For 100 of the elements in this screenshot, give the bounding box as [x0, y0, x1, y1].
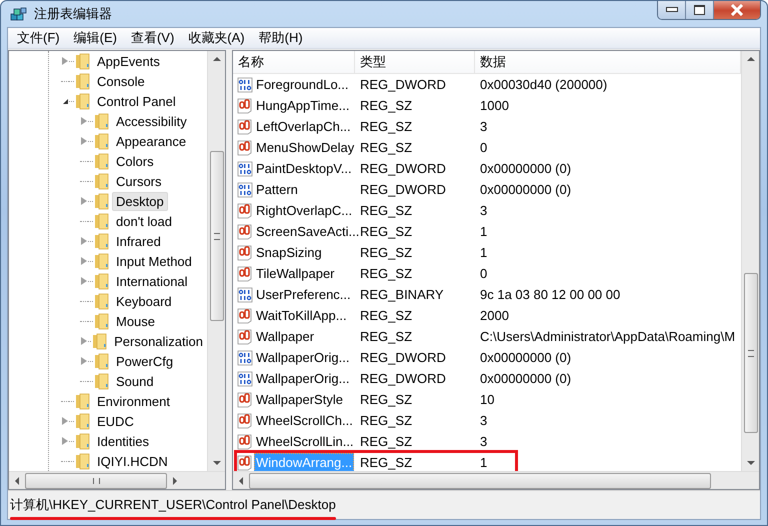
scroll-up-arrow-icon[interactable]	[212, 57, 220, 61]
tree-item[interactable]: Identities	[93, 432, 154, 450]
scroll-left-arrow-icon[interactable]	[239, 476, 243, 484]
scroll-down-arrow-icon[interactable]	[212, 461, 220, 465]
menu-item[interactable]: 编辑(E)	[66, 29, 124, 47]
value-name[interactable]: WheelScrollCh...	[254, 411, 355, 430]
value-name[interactable]: SnapSizing	[254, 243, 324, 262]
value-name[interactable]: WaitToKillApp...	[254, 306, 349, 325]
value-name[interactable]: TileWallpaper	[254, 264, 337, 283]
value-type: REG_DWORD	[359, 182, 447, 197]
collapsed-arrow-icon[interactable]	[81, 197, 87, 205]
value-data: 0	[479, 140, 488, 155]
tree-item[interactable]: AppEvents	[93, 52, 164, 70]
tree-item[interactable]: Colors	[112, 152, 158, 170]
string-value-icon	[237, 266, 253, 282]
collapsed-arrow-icon[interactable]	[62, 437, 68, 445]
value-name[interactable]: ForegroundLo...	[254, 75, 351, 94]
value-data: 3	[479, 434, 488, 449]
collapsed-arrow-icon[interactable]	[81, 117, 87, 125]
folder-icon	[94, 312, 109, 330]
status-path: 计算机\HKEY_CURRENT_USER\Control Panel\Desktop	[10, 496, 336, 514]
tree-item[interactable]: Accessibility	[112, 112, 191, 130]
string-value-icon	[237, 412, 253, 428]
scroll-down-arrow-icon[interactable]	[746, 461, 754, 465]
value-name[interactable]: MenuShowDelay	[254, 138, 356, 157]
scroll-up-arrow-icon[interactable]	[746, 57, 754, 61]
column-header[interactable]: 名称	[233, 51, 355, 73]
value-name[interactable]: WallpaperStyle	[254, 390, 345, 409]
string-value-icon	[237, 118, 253, 134]
tree-item[interactable]: Cursors	[112, 172, 166, 190]
tree-item[interactable]: Keyboard	[112, 292, 176, 310]
scroll-thumb[interactable]	[25, 472, 167, 488]
value-type: REG_DWORD	[359, 77, 447, 92]
folder-icon	[75, 52, 90, 70]
expanded-arrow-icon[interactable]	[63, 98, 68, 104]
close-button[interactable]	[714, 1, 760, 19]
value-name[interactable]: Pattern	[254, 180, 300, 199]
vertical-scrollbar[interactable]	[207, 51, 225, 471]
folder-icon	[75, 72, 90, 90]
menu-item[interactable]: 查看(V)	[124, 29, 182, 47]
tree-item[interactable]: Personalization	[110, 332, 207, 350]
scroll-right-arrow-icon[interactable]	[173, 476, 177, 484]
tree-item[interactable]: Environment	[93, 392, 174, 410]
value-name[interactable]: Wallpaper	[254, 327, 316, 346]
value-type: REG_SZ	[359, 434, 414, 449]
collapsed-arrow-icon[interactable]	[81, 357, 87, 365]
minimize-button[interactable]	[658, 1, 686, 19]
tree-item[interactable]: Console	[93, 72, 149, 90]
value-name[interactable]: LeftOverlapCh...	[254, 117, 353, 136]
value-name[interactable]: WheelScrollLin...	[254, 432, 356, 451]
menu-item[interactable]: 帮助(H)	[252, 29, 310, 47]
value-name[interactable]: RightOverlapC...	[254, 201, 354, 220]
menu-item[interactable]: 文件(F)	[10, 29, 67, 47]
value-name[interactable]: WallpaperOrig...	[254, 369, 352, 388]
column-header[interactable]: 类型	[355, 51, 475, 73]
collapsed-arrow-icon[interactable]	[81, 237, 87, 245]
value-type: REG_SZ	[359, 308, 414, 323]
menu-item[interactable]: 收藏夹(A)	[181, 29, 252, 47]
value-data: 0x00000000 (0)	[479, 350, 572, 365]
vertical-scrollbar[interactable]	[741, 51, 759, 471]
value-name[interactable]: ScreenSaveActi...	[254, 222, 362, 241]
value-data: 0x00030d40 (200000)	[479, 77, 608, 92]
tree-item[interactable]: Infrared	[112, 232, 165, 250]
collapsed-arrow-icon[interactable]	[81, 257, 87, 265]
string-value-icon	[237, 244, 253, 260]
tree-item[interactable]: Desktop	[112, 192, 168, 210]
tree-item[interactable]: Input Method	[112, 252, 196, 270]
tree-item[interactable]: IQIYI.HCDN	[93, 452, 172, 470]
collapsed-arrow-icon[interactable]	[62, 57, 68, 65]
horizontal-scrollbar[interactable]	[233, 471, 759, 489]
value-type: REG_SZ	[359, 329, 414, 344]
value-type: REG_SZ	[359, 203, 414, 218]
tree-item[interactable]: Control Panel	[93, 92, 180, 110]
value-type: REG_SZ	[359, 455, 414, 470]
collapsed-arrow-icon[interactable]	[62, 417, 68, 425]
tree-item[interactable]: Appearance	[112, 132, 190, 150]
scroll-thumb[interactable]	[744, 273, 758, 433]
tree-item[interactable]: International	[112, 272, 192, 290]
folder-icon	[92, 332, 108, 350]
scroll-thumb[interactable]	[249, 472, 711, 488]
tree-item[interactable]: don't load	[112, 212, 176, 230]
tree-item[interactable]: PowerCfg	[112, 352, 178, 370]
maximize-button[interactable]	[686, 1, 714, 19]
tree-item[interactable]: Mouse	[112, 312, 160, 330]
collapsed-arrow-icon[interactable]	[81, 137, 87, 145]
value-name[interactable]: PaintDesktopV...	[254, 159, 354, 178]
tree-item[interactable]: Sound	[112, 372, 158, 390]
tree-item[interactable]: EUDC	[93, 412, 138, 430]
value-data: 0x00000000 (0)	[479, 161, 572, 176]
value-type: REG_SZ	[359, 140, 414, 155]
scroll-left-arrow-icon[interactable]	[15, 476, 19, 484]
value-name[interactable]: HungAppTime...	[254, 96, 352, 115]
collapsed-arrow-icon[interactable]	[81, 337, 87, 345]
value-name[interactable]: UserPreferenc...	[254, 285, 353, 304]
collapsed-arrow-icon[interactable]	[81, 277, 87, 285]
folder-icon	[75, 432, 90, 450]
horizontal-scrollbar[interactable]	[9, 471, 225, 489]
value-type: REG_BINARY	[359, 287, 445, 302]
value-name[interactable]: WallpaperOrig...	[254, 348, 352, 367]
scroll-thumb[interactable]	[210, 151, 224, 321]
